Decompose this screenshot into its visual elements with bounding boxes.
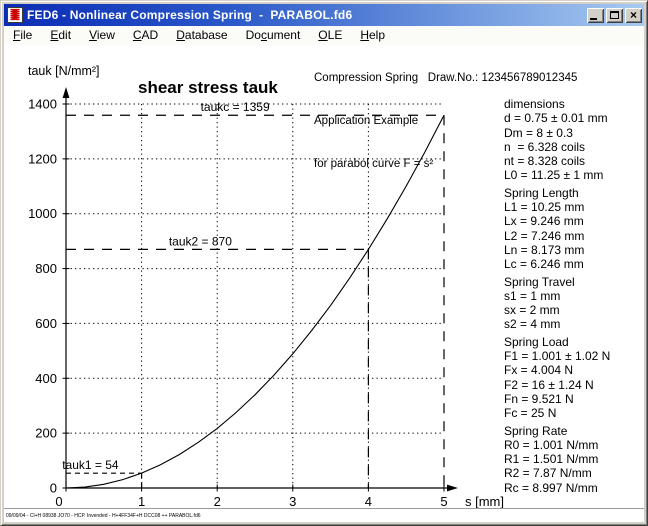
spec-line: s2 = 4 mm (504, 317, 646, 331)
title-bar[interactable]: FED6 - Nonlinear Compression Spring - PA… (4, 4, 644, 26)
menu-item-edit[interactable]: Edit (41, 26, 80, 45)
close-button[interactable]: × (625, 8, 642, 23)
menu-item-file[interactable]: File (4, 26, 41, 45)
minimize-icon (590, 18, 597, 20)
spec-line: L0 = 11.25 ± 1 mm (504, 168, 646, 182)
spec-section-spring-rate: Spring RateR0 = 1.001 N/mmR1 = 1.501 N/m… (504, 424, 646, 495)
note-line-title: Compression Spring Draw.No.: 12345678901… (314, 71, 577, 85)
spec-line: d = 0.75 ± 0.01 mm (504, 111, 646, 125)
spec-line: s1 = 1 mm (504, 289, 646, 303)
spec-line: nt = 8.328 coils (504, 154, 646, 168)
spec-line: L1 = 10.25 mm (504, 200, 646, 214)
spec-line: sx = 2 mm (504, 303, 646, 317)
maximize-icon (610, 11, 619, 19)
menu-item-database[interactable]: Database (167, 26, 236, 45)
spec-line: Fx = 4.004 N (504, 363, 646, 377)
maximize-button[interactable] (606, 8, 623, 23)
spec-line: Fc = 25 N (504, 406, 646, 420)
spec-line: Fn = 9.521 N (504, 392, 646, 406)
spec-section-title: Spring Length (504, 186, 646, 200)
spec-section-title: dimensions (504, 97, 646, 111)
spec-section-spring-travel: Spring Travels1 = 1 mmsx = 2 mms2 = 4 mm (504, 275, 646, 332)
spec-line: Ln = 8.173 mm (504, 243, 646, 257)
spec-section-title: Spring Travel (504, 275, 646, 289)
spec-line: F2 = 16 ± 1.24 N (504, 378, 646, 392)
spec-line: n = 6.328 coils (504, 140, 646, 154)
spec-line: R1 = 1.501 N/mm (504, 452, 646, 466)
menu-item-ole[interactable]: OLE (309, 26, 351, 45)
spec-line: L2 = 7.246 mm (504, 229, 646, 243)
minimize-button[interactable] (587, 8, 604, 23)
spring-app-icon (7, 7, 23, 23)
spec-line: Lc = 6.246 mm (504, 257, 646, 271)
menu-item-document[interactable]: Document (237, 26, 310, 45)
spec-section-dimensions: dimensionsd = 0.75 ± 0.01 mmDm = 8 ± 0.3… (504, 97, 646, 183)
menu-item-view[interactable]: View (80, 26, 124, 45)
menu-bar: FileEditViewCADDatabaseDocumentOLEHelp (4, 26, 644, 45)
spec-section-title: Spring Load (504, 335, 646, 349)
status-text: 09/09/04 - Cl+H 08938 JO70 - HCP. Invend… (6, 513, 201, 519)
spec-line: R2 = 7.87 N/mm (504, 466, 646, 480)
spec-section-title: Spring Rate (504, 424, 646, 438)
spec-section-spring-length: Spring LengthL1 = 10.25 mmLx = 9.246 mmL… (504, 186, 646, 272)
status-bar: 09/09/04 - Cl+H 08938 JO70 - HCP. Invend… (4, 508, 644, 522)
close-icon: × (630, 10, 637, 20)
spec-line: Dm = 8 ± 0.3 (504, 126, 646, 140)
spec-line: F1 = 1.001 ± 1.02 N (504, 349, 646, 363)
window-controls: × (587, 8, 642, 23)
app-window: FED6 - Nonlinear Compression Spring - PA… (0, 0, 648, 526)
spec-section-spring-load: Spring LoadF1 = 1.001 ± 1.02 NFx = 4.004… (504, 335, 646, 421)
menu-item-help[interactable]: Help (351, 26, 394, 45)
spec-line: R0 = 1.001 N/mm (504, 438, 646, 452)
window-title: FED6 - Nonlinear Compression Spring - PA… (27, 8, 587, 22)
spec-line: Lx = 9.246 mm (504, 214, 646, 228)
spec-line: Rc = 8.997 N/mm (504, 481, 646, 495)
spec-panel: dimensionsd = 0.75 ± 0.01 mmDm = 8 ± 0.3… (504, 97, 646, 495)
menu-item-cad[interactable]: CAD (124, 26, 167, 45)
